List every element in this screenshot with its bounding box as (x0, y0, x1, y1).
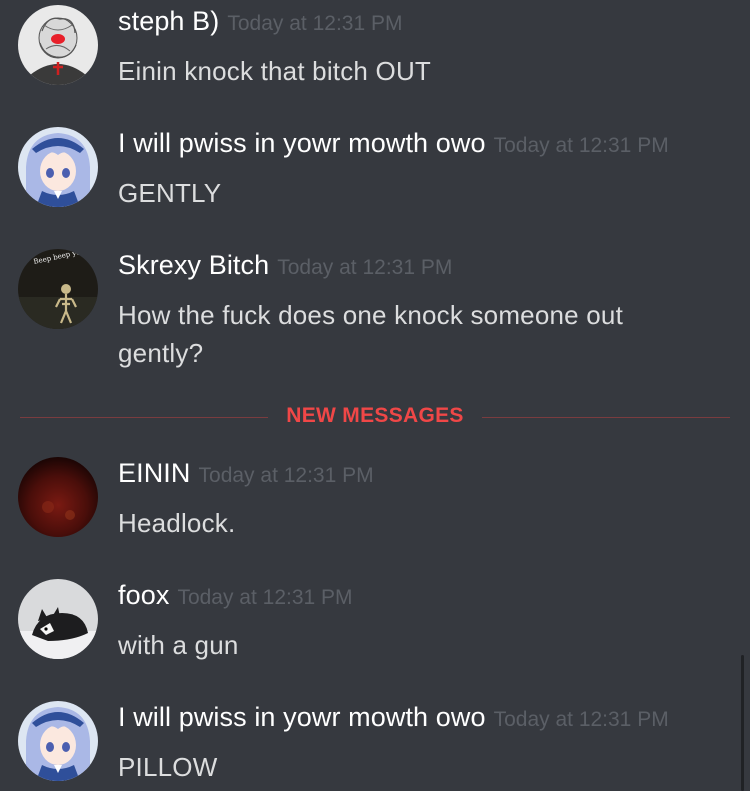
message-item: I will pwiss in yowr mowth owo Today at 1… (0, 122, 740, 222)
avatar[interactable] (18, 127, 98, 207)
message-content: GENTLY (118, 178, 222, 208)
message-content: Headlock. (118, 508, 236, 538)
message-item: steph B) Today at 12:31 PM Einin knock th… (0, 0, 740, 100)
message-item: foox Today at 12:31 PM with a gun (0, 574, 740, 674)
author-name[interactable]: I will pwiss in yowr mowth owo (118, 128, 486, 158)
timestamp: Today at 12:31 PM (493, 134, 669, 157)
avatar[interactable] (18, 5, 98, 85)
scrollbar[interactable] (741, 655, 744, 791)
timestamp: Today at 12:31 PM (177, 586, 353, 609)
timestamp: Today at 12:31 PM (493, 708, 669, 731)
author-name[interactable]: foox (118, 580, 169, 610)
dark-red-avatar-icon (18, 457, 98, 537)
anime-girl-avatar-icon (18, 127, 98, 207)
skeleton-avatar-icon: Beep beep you sad fuck (18, 249, 98, 329)
author-name[interactable]: Skrexy Bitch (118, 250, 269, 280)
message-content: Einin knock that bitch OUT (118, 56, 431, 86)
author-name[interactable]: steph B) (118, 6, 219, 36)
chat-message-list: steph B) Today at 12:31 PM Einin knock th… (0, 0, 750, 791)
message-item: I will pwiss in yowr mowth owo Today at 1… (0, 696, 740, 791)
avatar[interactable] (18, 457, 98, 537)
timestamp: Today at 12:31 PM (198, 464, 374, 487)
cat-avatar-icon (18, 579, 98, 659)
message-content: PILLOW (118, 752, 218, 782)
message-content: with a gun (118, 630, 239, 660)
avatar[interactable]: Beep beep you sad fuck (18, 249, 98, 329)
new-messages-divider: NEW MESSAGES (20, 402, 730, 432)
message-item: Beep beep you sad fuck Skrexy Bitch Today… (0, 244, 740, 384)
message-content: How the fuck does one knock someone out … (118, 300, 623, 368)
new-messages-label: NEW MESSAGES (286, 404, 464, 427)
avatar[interactable] (18, 579, 98, 659)
timestamp: Today at 12:31 PM (227, 12, 403, 35)
scribble-face-avatar-icon (18, 5, 98, 85)
author-name[interactable]: EININ (118, 458, 191, 488)
anime-girl-avatar-icon (18, 701, 98, 781)
message-item: EININ Today at 12:31 PM Headlock. (0, 452, 740, 552)
avatar[interactable] (18, 701, 98, 781)
author-name[interactable]: I will pwiss in yowr mowth owo (118, 702, 486, 732)
timestamp: Today at 12:31 PM (277, 256, 453, 279)
